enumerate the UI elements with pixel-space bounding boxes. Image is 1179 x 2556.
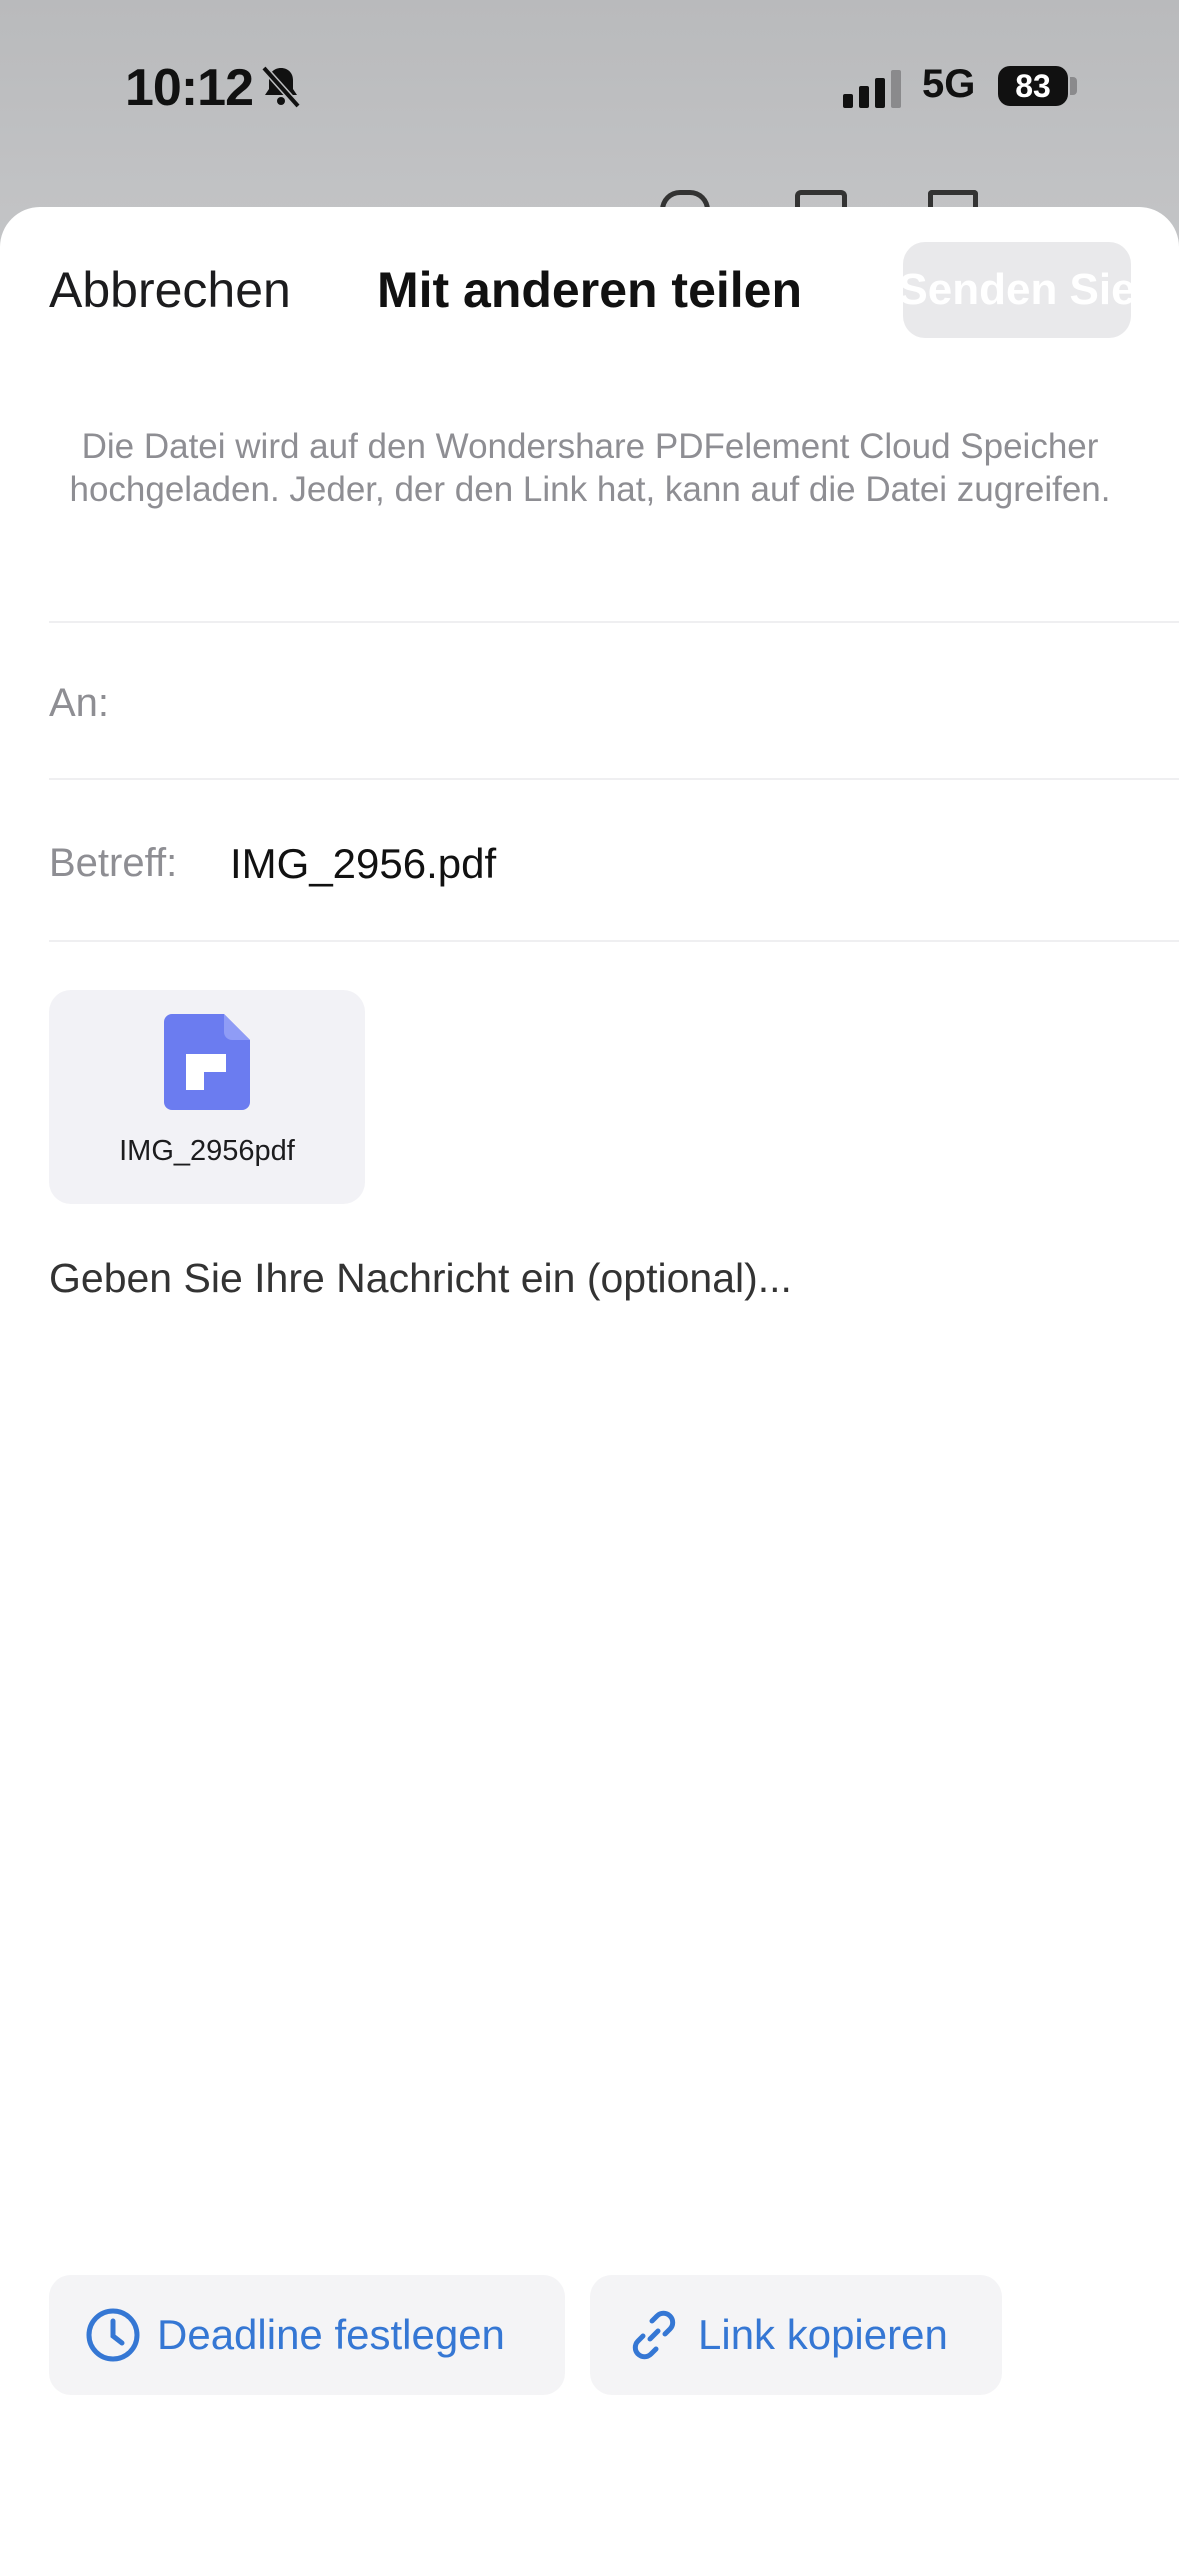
recipient-input[interactable] <box>130 672 1134 744</box>
to-label: An: <box>49 681 110 725</box>
message-input[interactable]: Geben Sie Ihre Nachricht ein (optional).… <box>49 1255 1129 1302</box>
subject-label: Betreff: <box>49 841 178 885</box>
network-type: 5G <box>922 62 976 106</box>
divider <box>49 778 1179 780</box>
status-bar: 10:12 5G 83 <box>0 0 1179 180</box>
send-button[interactable]: Senden Sie <box>903 242 1131 338</box>
signal-icon <box>843 70 901 108</box>
clock-icon <box>86 2308 140 2362</box>
attachment-name: IMG_2956pdf <box>119 1135 295 1167</box>
subject-field[interactable]: IMG_2956.pdf <box>230 840 496 888</box>
link-icon <box>632 2310 676 2360</box>
share-sheet: Abbrechen Mit anderen teilen Senden Sie … <box>0 207 1179 2556</box>
copy-link-label: Link kopieren <box>698 2311 948 2358</box>
pdf-file-icon <box>164 1014 250 1110</box>
upload-info-text: Die Datei wird auf den Wondershare PDFel… <box>69 427 1111 509</box>
bell-muted-icon <box>261 65 301 109</box>
battery-icon: 83 <box>998 66 1068 106</box>
status-time: 10:12 <box>125 59 254 117</box>
attachment-card[interactable]: IMG_2956pdf <box>49 990 365 1204</box>
set-deadline-label: Deadline festlegen <box>157 2311 505 2358</box>
battery-cap <box>1070 77 1077 95</box>
copy-link-button[interactable]: Link kopieren <box>590 2275 1002 2395</box>
set-deadline-button[interactable]: Deadline festlegen <box>49 2275 565 2395</box>
divider <box>49 621 1179 623</box>
divider <box>49 940 1179 942</box>
